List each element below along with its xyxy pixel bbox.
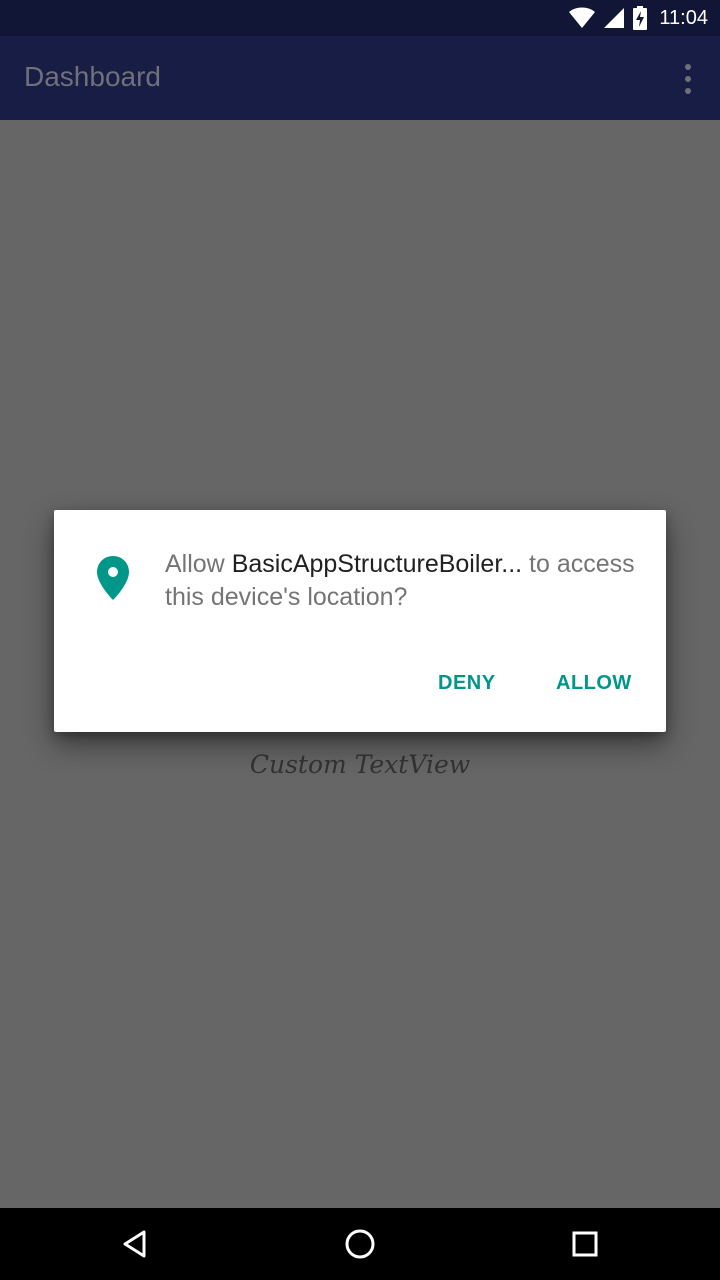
back-icon[interactable] <box>118 1226 154 1262</box>
navigation-bar <box>0 1208 720 1280</box>
status-icons: 11:04 <box>569 0 708 36</box>
home-icon[interactable] <box>342 1226 378 1262</box>
status-bar: 11:04 <box>0 0 720 36</box>
more-vert-icon[interactable] <box>678 64 698 94</box>
custom-textview: Custom TextView <box>249 750 471 779</box>
permission-dialog: Allow BasicAppStructureBoiler... to acce… <box>54 510 666 732</box>
battery-charging-icon <box>633 6 648 30</box>
app-title: Dashboard <box>24 61 161 92</box>
menu-dot <box>685 64 691 70</box>
deny-button[interactable]: DENY <box>438 658 496 708</box>
message-prefix: Allow <box>165 550 232 578</box>
app-name: BasicAppStructureBoiler... <box>231 550 523 578</box>
location-pin-icon <box>97 556 129 600</box>
app-bar: Dashboard <box>0 36 720 120</box>
status-time: 11:04 <box>659 6 708 29</box>
recents-icon[interactable] <box>567 1226 603 1262</box>
permission-message: Allow BasicAppStructureBoiler... to acce… <box>165 548 645 614</box>
menu-dot <box>685 88 691 94</box>
menu-dot <box>685 76 691 82</box>
wifi-icon <box>569 7 596 28</box>
allow-button[interactable]: ALLOW <box>556 658 632 708</box>
cellular-signal-icon <box>604 8 625 28</box>
